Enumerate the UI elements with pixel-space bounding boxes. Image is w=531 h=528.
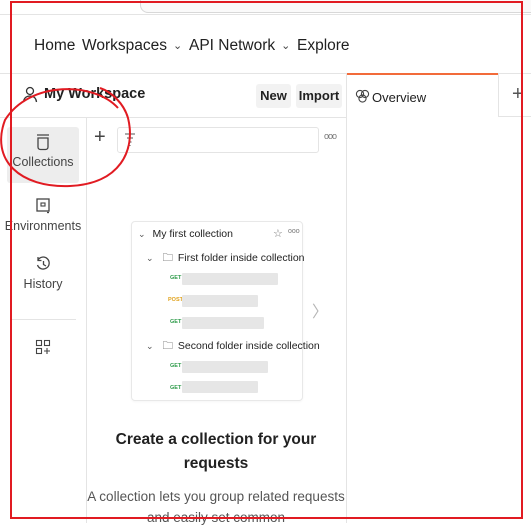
empty-state-description: A collection lets you group related requ…	[87, 489, 345, 525]
method-label: POST	[168, 297, 183, 303]
folder-icon: 🗀	[162, 252, 173, 264]
new-tab-button[interactable]: +	[512, 83, 524, 106]
chevron-right-icon[interactable]: 〉	[312, 298, 328, 322]
tab-divider	[498, 73, 499, 117]
more-options-icon: ooo	[288, 228, 300, 235]
chevron-down-icon: ⌄	[138, 229, 146, 239]
chevron-down-icon: ⌄	[146, 341, 154, 351]
method-label: GET	[170, 363, 182, 369]
sidebar-item-label: Environments	[4, 219, 82, 233]
workspace-title[interactable]: My Workspace	[44, 86, 145, 102]
request-placeholder	[182, 317, 264, 329]
add-apps-icon	[35, 339, 51, 355]
sidebar-item-add-apps[interactable]	[0, 339, 86, 359]
overview-icon	[355, 89, 370, 103]
history-icon	[36, 256, 50, 270]
chevron-down-icon: ⌄	[173, 40, 183, 52]
chevron-down-icon: ⌄	[281, 40, 291, 52]
preview-folder-row: ⌄ 🗀 Second folder inside collection	[146, 340, 320, 352]
more-options-icon[interactable]: ooo	[324, 131, 337, 141]
request-placeholder	[182, 295, 258, 307]
folder-icon: 🗀	[162, 340, 173, 352]
new-button[interactable]: New	[256, 84, 291, 108]
top-search-area[interactable]	[140, 0, 531, 13]
request-placeholder	[182, 381, 258, 393]
empty-state-title: Create a collection for your requests	[115, 431, 317, 472]
nav-workspaces[interactable]: Workspaces ⌄	[82, 37, 182, 55]
top-navigation: Home Workspaces ⌄ API Network ⌄ Explore	[0, 14, 531, 74]
sidebar-item-collections[interactable]: Collections	[7, 127, 79, 183]
collections-icon	[37, 134, 49, 151]
nav-explore[interactable]: Explore	[297, 37, 350, 55]
star-icon: ☆	[273, 228, 283, 240]
preview-collection-row: ⌄ My first collection	[138, 228, 233, 240]
sidebar-item-history[interactable]: History	[0, 255, 86, 291]
import-button[interactable]: Import	[296, 84, 342, 108]
environments-icon	[36, 198, 50, 214]
method-label: GET	[170, 385, 182, 391]
request-placeholder	[182, 361, 268, 373]
sidebar-item-environments[interactable]: Environments	[0, 197, 86, 233]
pane-divider	[346, 73, 347, 523]
sidebar-divider	[10, 319, 76, 320]
method-label: GET	[170, 319, 182, 325]
collection-preview-card: ⌄ My first collection ☆ ooo ⌄ 🗀 First fo…	[131, 221, 320, 401]
search-input[interactable]	[117, 127, 319, 153]
nav-api-network[interactable]: API Network ⌄	[189, 37, 290, 55]
tab-bar-border	[498, 116, 531, 117]
request-placeholder	[182, 273, 278, 285]
filter-icon	[125, 133, 135, 146]
add-collection-button[interactable]: +	[94, 126, 106, 148]
sidebar-item-label: History	[23, 277, 63, 291]
method-label: GET	[170, 275, 182, 281]
tab-overview-label: Overview	[372, 90, 427, 105]
sidebar-item-label: Collections	[12, 155, 74, 169]
preview-folder-row: ⌄ 🗀 First folder inside collection	[146, 252, 305, 264]
sidebar-rail: Collections Environments History	[0, 117, 87, 523]
user-icon	[22, 86, 38, 103]
chevron-down-icon: ⌄	[146, 253, 154, 263]
nav-home[interactable]: Home	[34, 37, 75, 55]
